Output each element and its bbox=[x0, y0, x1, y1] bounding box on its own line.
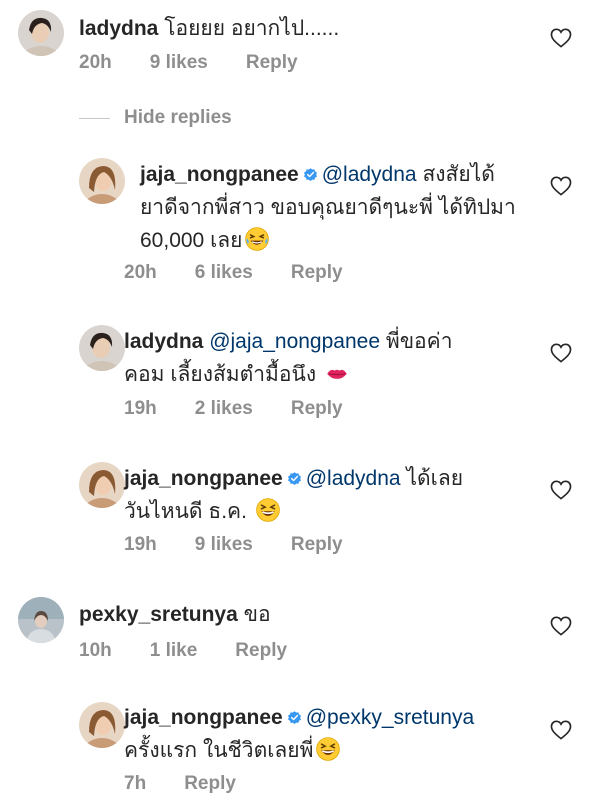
verified-icon bbox=[287, 471, 302, 486]
username-link[interactable]: jaja_nongpanee bbox=[124, 706, 283, 729]
comment-text: pexky_sretunya ขอ bbox=[79, 598, 539, 631]
comment-text: ladydna @jaja_nongpanee พี่ขอค่า คอม เลี… bbox=[124, 325, 544, 391]
comment-body-line2: ครั้งแรก ในชีวิตเลยพี่ bbox=[124, 739, 314, 762]
timestamp: 19h bbox=[124, 534, 157, 555]
comment-body-line2: วันไหนดี ธ.ค. bbox=[124, 500, 247, 523]
reply-button[interactable]: Reply bbox=[235, 640, 287, 661]
heart-icon[interactable] bbox=[550, 28, 572, 48]
comment-meta: 7h Reply bbox=[124, 773, 274, 795]
verified-icon bbox=[287, 710, 302, 725]
heart-icon[interactable] bbox=[550, 480, 572, 500]
verified-icon bbox=[303, 167, 318, 182]
mention-link[interactable]: @jaja_nongpanee bbox=[209, 330, 380, 353]
avatar[interactable] bbox=[79, 702, 125, 748]
kiss-mark-icon bbox=[324, 360, 350, 386]
comment-body-line1: พี่ขอค่า bbox=[385, 330, 453, 353]
comment-body: โอยยย อยากไป...... bbox=[164, 17, 340, 40]
username-link[interactable]: jaja_nongpanee bbox=[140, 163, 299, 186]
comment-meta: 19h 2 likes Reply bbox=[124, 398, 381, 420]
comment-text: jaja_nongpanee @ladydna สงสัยได้ ยาดีจากพ… bbox=[140, 158, 540, 257]
comment-body-line3: 60,000 เลย bbox=[140, 229, 243, 252]
likes-count[interactable]: 1 like bbox=[150, 640, 198, 661]
username-link[interactable]: ladydna bbox=[79, 17, 158, 40]
mention-link[interactable]: @ladydna bbox=[306, 467, 401, 490]
heart-icon[interactable] bbox=[550, 343, 572, 363]
comment-body-line2: ยาดีจากพี่สาว ขอบคุณยาดีๆนะพี่ ได้ทิปมา bbox=[140, 196, 516, 219]
timestamp: 20h bbox=[124, 262, 157, 283]
comment-body: ขอ bbox=[243, 603, 271, 626]
username-link[interactable]: jaja_nongpanee bbox=[124, 467, 283, 490]
likes-count[interactable]: 9 likes bbox=[150, 52, 208, 73]
avatar[interactable] bbox=[18, 597, 64, 643]
hide-replies-label: Hide replies bbox=[124, 107, 232, 128]
heart-icon[interactable] bbox=[550, 720, 572, 740]
comment-meta: 20h 6 likes Reply bbox=[124, 262, 381, 284]
reply-button[interactable]: Reply bbox=[291, 262, 343, 283]
timestamp: 20h bbox=[79, 52, 112, 73]
timestamp: 10h bbox=[79, 640, 112, 661]
mention-link[interactable]: @ladydna bbox=[322, 163, 417, 186]
mention-link[interactable]: @pexky_sretunya bbox=[306, 706, 474, 729]
heart-icon[interactable] bbox=[550, 176, 572, 196]
grinning-squinting-icon bbox=[315, 736, 341, 762]
timestamp: 7h bbox=[124, 773, 147, 794]
comment-body-line2: คอม เลี้ยงส้มตำมื้อนึง bbox=[124, 363, 317, 386]
comment-body-line1: สงสัยได้ bbox=[422, 163, 495, 186]
heart-icon[interactable] bbox=[550, 616, 572, 636]
comment-text: jaja_nongpanee @ladydna ได้เลย วันไหนดี ธ… bbox=[124, 462, 544, 528]
username-link[interactable]: ladydna bbox=[124, 330, 203, 353]
username-link[interactable]: pexky_sretunya bbox=[79, 603, 238, 626]
reply-button[interactable]: Reply bbox=[184, 773, 236, 794]
avatar[interactable] bbox=[79, 325, 125, 371]
comment-meta: 19h 9 likes Reply bbox=[124, 534, 381, 556]
likes-count[interactable]: 2 likes bbox=[195, 398, 253, 419]
grinning-squinting-icon bbox=[255, 497, 281, 523]
avatar[interactable] bbox=[79, 158, 125, 204]
reply-button[interactable]: Reply bbox=[291, 398, 343, 419]
timestamp: 19h bbox=[124, 398, 157, 419]
likes-count[interactable]: 6 likes bbox=[195, 262, 253, 283]
hide-replies-button[interactable]: Hide replies bbox=[79, 104, 232, 132]
comment-meta: 10h 1 like Reply bbox=[79, 640, 325, 662]
reply-button[interactable]: Reply bbox=[246, 52, 298, 73]
comment-text: ladydna โอยยย อยากไป...... bbox=[79, 12, 539, 45]
likes-count[interactable]: 9 likes bbox=[195, 534, 253, 555]
tears-of-joy-icon bbox=[244, 226, 270, 252]
comment-meta: 20h 9 likes Reply bbox=[79, 52, 336, 74]
avatar[interactable] bbox=[79, 462, 125, 508]
comment-body-line1: ได้เลย bbox=[406, 467, 464, 490]
reply-button[interactable]: Reply bbox=[291, 534, 343, 555]
comment-text: jaja_nongpanee @pexky_sretunya ครั้งแรก ใ… bbox=[124, 701, 544, 767]
divider-line bbox=[79, 117, 110, 119]
avatar[interactable] bbox=[18, 10, 64, 56]
